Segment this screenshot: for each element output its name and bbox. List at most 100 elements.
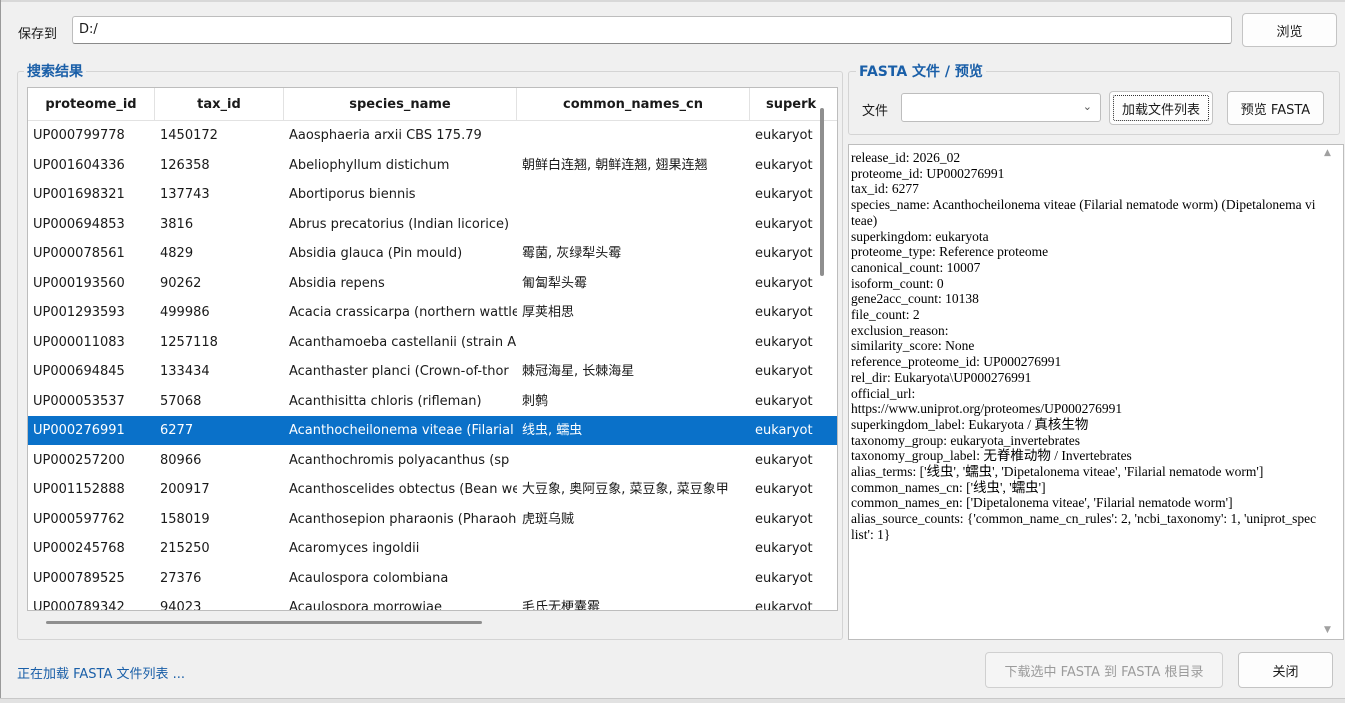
table-row[interactable]: UP000694853 3816 Abrus precatorius (Indian…: [28, 210, 837, 239]
table-row[interactable]: UP000694845 133434 Acanthaster planci (Cro…: [28, 357, 837, 386]
cell-common-names-cn: 线虫, 蠕虫: [522, 423, 583, 438]
cell-tax-id: 57068: [160, 393, 202, 409]
cell-proteome-id: UP000078561: [33, 246, 125, 261]
cell-species-name: Acaulospora colombiana: [289, 570, 449, 586]
table-row[interactable]: UP000799778 1450172 Aaosphaeria arxii CBS …: [28, 121, 837, 150]
table-row[interactable]: UP000245768 215250 Acaromyces ingoldii euka…: [28, 534, 837, 563]
cell-proteome-id: UP000789342: [33, 600, 125, 611]
table-row[interactable]: UP000257200 80966 Acanthochromis polyacant…: [28, 446, 837, 475]
cell-proteome-id: UP000597762: [33, 511, 125, 527]
cell-proteome-id: UP000789525: [33, 570, 125, 586]
cell-tax-id: 80966: [160, 452, 202, 468]
table-row[interactable]: UP000789525 27376 Acaulospora colombiana eu…: [28, 564, 837, 593]
cell-common-names-cn: [517, 564, 750, 593]
results-table[interactable]: proteome_id tax_id species_name common_n…: [27, 87, 838, 611]
cell-tax-id: 27376: [160, 570, 202, 586]
column-header-tax-id[interactable]: tax_id: [155, 88, 284, 121]
file-select[interactable]: ⌄: [901, 93, 1101, 122]
cell-species-name: Acanthocheilonema viteae (Filarial: [289, 423, 514, 438]
cell-common-names-cn: 虎斑乌贼: [522, 511, 575, 527]
table-row[interactable]: UP000078561 4829 Absidia glauca (Pin mould…: [28, 239, 837, 268]
cell-proteome-id: UP000193560: [33, 275, 125, 291]
cell-tax-id: 137743: [160, 187, 210, 202]
cell-common-names-cn: 毛氏无梗囊霉: [522, 600, 601, 611]
cell-superkingdom: eukaryot: [755, 275, 813, 291]
cell-common-names-cn: [517, 446, 750, 475]
table-row[interactable]: UP000276991 6277 Acanthocheilonema viteae …: [28, 416, 837, 445]
cell-superkingdom: eukaryot: [755, 364, 813, 379]
table-row[interactable]: UP001293593 499986 Acacia crassicarpa (nor…: [28, 298, 837, 327]
cell-species-name: Abeliophyllum distichum: [289, 157, 450, 173]
cell-species-name: Acanthochromis polyacanthus (sp: [289, 452, 510, 468]
preview-fasta-button[interactable]: 预览 FASTA: [1227, 91, 1324, 125]
cell-tax-id: 1450172: [160, 128, 218, 143]
column-header-common-names-cn[interactable]: common_names_cn: [517, 88, 750, 121]
cell-tax-id: 133434: [160, 364, 210, 379]
cell-species-name: Acanthamoeba castellanii (strain A: [289, 334, 517, 350]
table-row[interactable]: UP000597762 158019 Acanthosepion pharaonis…: [28, 505, 837, 534]
cell-superkingdom: eukaryot: [755, 600, 813, 611]
close-button[interactable]: 关闭: [1238, 652, 1333, 688]
save-path-input[interactable]: D:/: [72, 16, 1232, 44]
table-row[interactable]: UP000193560 90262 Absidia repens 匍匐犁头霉 eukar…: [28, 269, 837, 298]
cell-common-names-cn: [517, 210, 750, 239]
cell-superkingdom: eukaryot: [755, 216, 813, 232]
cell-tax-id: 94023: [160, 600, 202, 611]
column-header-proteome-id[interactable]: proteome_id: [28, 88, 155, 121]
window-top-edge: [0, 0, 1345, 2]
load-file-list-button[interactable]: 加载文件列表: [1109, 91, 1213, 125]
browse-button[interactable]: 浏览: [1242, 13, 1337, 47]
cell-common-names-cn: [517, 534, 750, 563]
cell-tax-id: 90262: [160, 275, 202, 291]
cell-superkingdom: eukaryot: [755, 393, 813, 409]
scroll-up-arrow-icon[interactable]: ▲: [1324, 148, 1331, 158]
cell-tax-id: 126358: [160, 157, 210, 173]
chevron-down-icon[interactable]: ⌄: [1083, 100, 1092, 113]
cell-proteome-id: UP001152888: [33, 482, 125, 497]
cell-superkingdom: eukaryot: [755, 511, 813, 527]
cell-superkingdom: eukaryot: [755, 570, 813, 586]
cell-superkingdom: eukaryot: [755, 482, 813, 497]
table-row[interactable]: UP000789342 94023 Acaulospora morrowiae 毛氏无…: [28, 593, 837, 611]
cell-superkingdom: eukaryot: [755, 334, 813, 350]
cell-proteome-id: UP000011083: [33, 334, 125, 350]
table-row[interactable]: UP001604336 126358 Abeliophyllum distichum…: [28, 151, 837, 180]
fasta-preview-textbox[interactable]: release_id: 2026_02 proteome_id: UP00027…: [848, 144, 1344, 640]
download-selected-fasta-button[interactable]: 下载选中 FASTA 到 FASTA 根目录: [985, 652, 1223, 688]
cell-superkingdom: eukaryot: [755, 305, 813, 320]
table-vertical-scrollbar[interactable]: [820, 108, 824, 276]
table-row[interactable]: UP001152888 200917 Acanthoscelides obtectu…: [28, 475, 837, 504]
cell-common-names-cn: 大豆象, 奥阿豆象, 菜豆象, 菜豆象甲: [522, 482, 729, 497]
search-results-title: 搜索结果: [24, 61, 86, 81]
cell-species-name: Abortiporus biennis: [289, 187, 416, 202]
cell-common-names-cn: 霉菌, 灰绿犁头霉: [522, 246, 622, 261]
cell-common-names-cn: [517, 121, 750, 150]
cell-superkingdom: eukaryot: [755, 246, 813, 261]
cell-tax-id: 6277: [160, 423, 194, 438]
table-row[interactable]: UP001698321 137743 Abortiporus biennis euka…: [28, 180, 837, 209]
cell-tax-id: 499986: [160, 305, 210, 320]
cell-common-names-cn: [517, 328, 750, 357]
cell-species-name: Acanthoscelides obtectus (Bean we: [289, 482, 517, 497]
table-header: proteome_id tax_id species_name common_n…: [28, 88, 837, 121]
focus-ring: [1113, 95, 1209, 121]
status-text: 正在加载 FASTA 文件列表 ...: [17, 667, 186, 682]
cell-superkingdom: eukaryot: [755, 423, 813, 438]
table-row[interactable]: UP000053537 57068 Acanthisitta chloris (ri…: [28, 387, 837, 416]
cell-common-names-cn: 匍匐犁头霉: [522, 275, 588, 291]
cell-superkingdom: eukaryot: [755, 187, 813, 202]
file-label: 文件: [862, 104, 889, 119]
column-header-superkingdom[interactable]: superk: [750, 88, 837, 121]
cell-common-names-cn: [517, 180, 750, 209]
column-header-species-name[interactable]: species_name: [284, 88, 517, 121]
cell-common-names-cn: 刺鹩: [522, 393, 549, 409]
cell-species-name: Acanthosepion pharaonis (Pharaoh: [289, 511, 517, 527]
table-horizontal-scrollbar[interactable]: [46, 621, 482, 624]
cell-species-name: Acanthisitta chloris (rifleman): [289, 393, 482, 409]
cell-proteome-id: UP001604336: [33, 157, 125, 173]
cell-proteome-id: UP000053537: [33, 393, 125, 409]
window-bottom-edge: [0, 698, 1345, 703]
scroll-down-arrow-icon[interactable]: ▼: [1324, 625, 1331, 635]
cell-proteome-id: UP001293593: [33, 305, 125, 320]
table-row[interactable]: UP000011083 1257118 Acanthamoeba castellan…: [28, 328, 837, 357]
